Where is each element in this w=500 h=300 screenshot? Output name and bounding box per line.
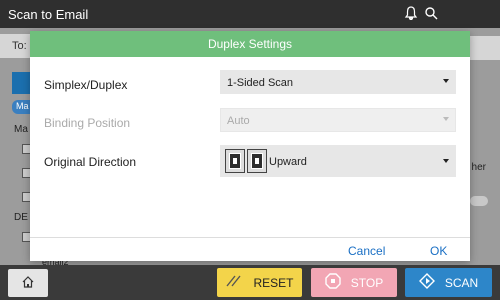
binding-position-label: Binding Position: [44, 116, 131, 130]
background-right-button: [470, 36, 500, 60]
simplex-duplex-label: Simplex/Duplex: [44, 78, 128, 92]
dialog-title: Duplex Settings: [30, 31, 470, 57]
background-blue-button: [12, 72, 30, 94]
background-section-label: Ma: [14, 124, 28, 135]
home-button[interactable]: [8, 269, 48, 297]
scan-button[interactable]: SCAN: [405, 268, 492, 297]
simplex-duplex-select[interactable]: 1-Sided Scan: [220, 70, 456, 94]
original-direction-row: Original Direction Upward: [30, 145, 470, 179]
binding-position-select: Auto: [220, 108, 456, 132]
chevron-down-icon: [443, 159, 449, 163]
scan-label: SCAN: [444, 275, 479, 290]
original-direction-value: Upward: [269, 156, 307, 168]
stop-icon: [325, 273, 341, 292]
to-field: To:: [0, 34, 30, 58]
background-toggle: [470, 196, 488, 206]
portrait-orientation-icon: [225, 149, 245, 173]
bell-icon[interactable]: [404, 6, 418, 23]
background-section-label: DE: [14, 212, 28, 223]
dialog-footer: Cancel OK: [30, 237, 470, 261]
home-icon: [21, 275, 35, 292]
scan-icon: [418, 273, 435, 292]
original-direction-label: Original Direction: [44, 155, 137, 169]
chevron-down-icon: [443, 117, 449, 121]
reset-icon: [225, 274, 243, 291]
stop-button[interactable]: STOP: [311, 268, 397, 297]
duplex-settings-dialog: Duplex Settings Simplex/Duplex 1-Sided S…: [30, 31, 470, 261]
background-tag: Ma: [12, 100, 30, 114]
reset-label: RESET: [253, 275, 294, 290]
search-icon[interactable]: [424, 6, 438, 23]
reset-button[interactable]: RESET: [217, 268, 302, 297]
cancel-button[interactable]: Cancel: [348, 244, 385, 258]
ok-button[interactable]: OK: [430, 244, 447, 258]
chevron-down-icon: [443, 79, 449, 83]
simplex-duplex-row: Simplex/Duplex 1-Sided Scan: [30, 70, 470, 100]
simplex-duplex-value: 1-Sided Scan: [227, 77, 294, 89]
original-direction-select[interactable]: Upward: [220, 145, 456, 177]
app-title: Scan to Email: [8, 6, 89, 22]
stop-label: STOP: [350, 275, 384, 290]
bottom-action-bar: RESET STOP SCAN: [0, 265, 500, 300]
binding-position-value: Auto: [227, 115, 250, 127]
title-bar: Scan to Email: [0, 0, 500, 28]
background-text: her: [471, 162, 486, 173]
binding-position-row: Binding Position Auto: [30, 108, 470, 138]
document-orientation-icon: [247, 149, 267, 173]
